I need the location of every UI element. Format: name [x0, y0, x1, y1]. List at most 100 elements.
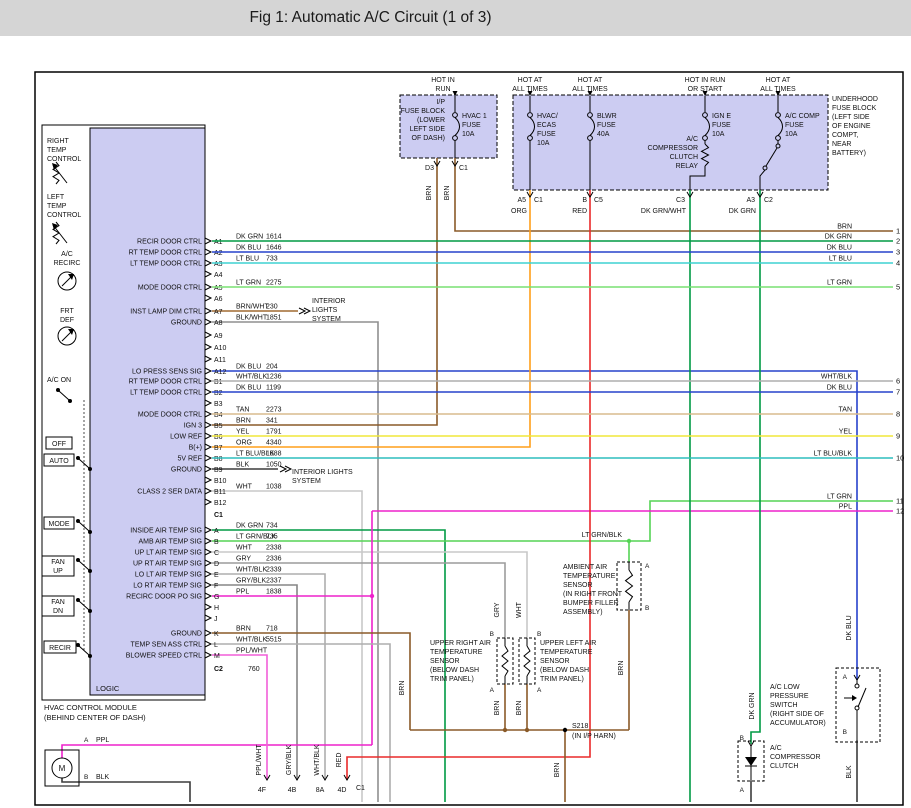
sensor-label: SENSOR [430, 658, 460, 665]
wire [212, 552, 527, 638]
terminal-label: A [843, 674, 848, 681]
pin-label: A12 [214, 369, 227, 376]
pin-chevron [205, 332, 211, 338]
diode-symbol [745, 757, 757, 766]
junction-dot [627, 539, 631, 543]
actuator-arrow [62, 277, 71, 286]
wire [212, 574, 325, 780]
pressure-arrowhead [852, 695, 857, 701]
edge-number: 9 [896, 432, 900, 441]
circuit-number: 2338 [266, 545, 282, 552]
wire-color-label: RED [336, 753, 343, 768]
fuse-label: 40A [597, 131, 610, 138]
connector-label: A3 [746, 197, 755, 204]
pin-label: L [214, 642, 218, 649]
edge-number: 11 [896, 497, 904, 506]
pressure-switch-label: (RIGHT SIDE OF [770, 711, 824, 718]
sensor-label: UPPER LEFT AIR [540, 640, 596, 647]
control-label: FRT [60, 308, 74, 315]
pin-chevron [205, 582, 211, 588]
wire [212, 585, 297, 780]
connector-label: C2 [214, 666, 223, 673]
circuit-number: 341 [266, 418, 278, 425]
wire-color-label: LT BLU [236, 256, 259, 263]
interior-lights-label: SYSTEM [312, 316, 341, 323]
wire-color-label: BRN [494, 701, 501, 716]
pin-chevron [205, 400, 211, 406]
wire [212, 501, 893, 541]
wire-color-label: ORG [236, 440, 252, 447]
switch-contact [89, 531, 92, 534]
wire-color-label: DK BLU [846, 615, 853, 640]
pin-function: RT TEMP DOOR CTRL [129, 379, 202, 386]
hot-label: HOT AT [766, 77, 791, 84]
wire-color-label: WHT [236, 545, 253, 552]
switch-contact [69, 400, 72, 403]
wire-color-label: BLK/WHT [236, 315, 268, 322]
pin-label: C [214, 550, 219, 557]
interior-lights-label: LIGHTS [312, 307, 338, 314]
pin-chevron [280, 466, 286, 472]
fuse-label: 10A [785, 131, 798, 138]
wire-color-label: BRN/WHT [236, 304, 269, 311]
sensor-label: BUMPER FILLER [563, 600, 619, 607]
pin-label: B9 [214, 467, 223, 474]
wire-color-label: WHT [236, 484, 253, 491]
circuit-number: 733 [266, 256, 278, 263]
pin-function: AMB AIR TEMP SIG [138, 539, 202, 546]
pin-chevron [205, 308, 211, 314]
circuit-number: 204 [266, 364, 278, 371]
wire-color-label: BLK [846, 765, 853, 779]
circuit-number: 2275 [266, 280, 282, 287]
pin-label: B6 [214, 434, 223, 441]
pin-label: A5 [214, 285, 223, 292]
ip-fuse-block-label: LEFT SIDE [410, 126, 446, 133]
edge-number: 7 [896, 388, 900, 397]
pin-label: K [214, 631, 219, 638]
wire-color-label: DK BLU [236, 245, 261, 252]
pin-chevron [205, 652, 211, 658]
pin-label: B11 [214, 489, 226, 496]
circuit-number: 5515 [266, 637, 282, 644]
hot-label: HOT AT [578, 77, 603, 84]
pin-label: A8 [214, 320, 223, 327]
pin-chevron [205, 422, 211, 428]
pin-chevron [205, 549, 211, 555]
pin-chevron [299, 308, 305, 314]
pin-chevron [205, 466, 211, 472]
splice-name: S218 [572, 723, 588, 730]
pin-function: UP RT AIR TEMP SIG [133, 561, 202, 568]
circuit-number: 1688 [266, 451, 282, 458]
pin-chevron [205, 593, 211, 599]
connector-label: C1 [459, 165, 468, 172]
resistor-symbol [524, 646, 530, 676]
pressure-switch-label: A/C LOW [770, 684, 800, 691]
pin-label: A [214, 528, 219, 535]
pin-function: RT TEMP DOOR CTRL [129, 250, 202, 257]
circuit-number: 2336 [266, 556, 282, 563]
wire-color-label: BRN [516, 701, 523, 716]
terminal-label: B [740, 735, 744, 742]
terminal-label: A [740, 787, 745, 794]
fuse-label: FUSE [537, 131, 556, 138]
pin-chevron [205, 284, 211, 290]
wire-color-label: DK GRN [236, 234, 263, 241]
connector-label: B [582, 197, 587, 204]
pin-function: INSIDE AIR TEMP SIG [130, 528, 202, 535]
circuit-number: 1614 [266, 234, 282, 241]
connector-label: C2 [764, 197, 773, 204]
wire-color-label: LT GRN [236, 280, 261, 287]
wire [212, 644, 390, 802]
connector-label: C5 [594, 197, 603, 204]
pressure-switch-label: ACCUMULATOR) [770, 720, 826, 727]
pin-label: A10 [214, 345, 227, 352]
relay-label: COMPRESSOR [647, 145, 698, 152]
underhood-label: NEAR [832, 141, 851, 148]
underhood-label: COMPT, [832, 132, 859, 139]
pin-function: UP LT AIR TEMP SIG [135, 550, 202, 557]
pin-chevron [205, 571, 211, 577]
pin-function: RECIR DOOR CTRL [137, 239, 202, 246]
fuse-label: 10A [712, 131, 725, 138]
clutch-label: COMPRESSOR [770, 754, 821, 761]
control-label: DN [53, 608, 63, 615]
